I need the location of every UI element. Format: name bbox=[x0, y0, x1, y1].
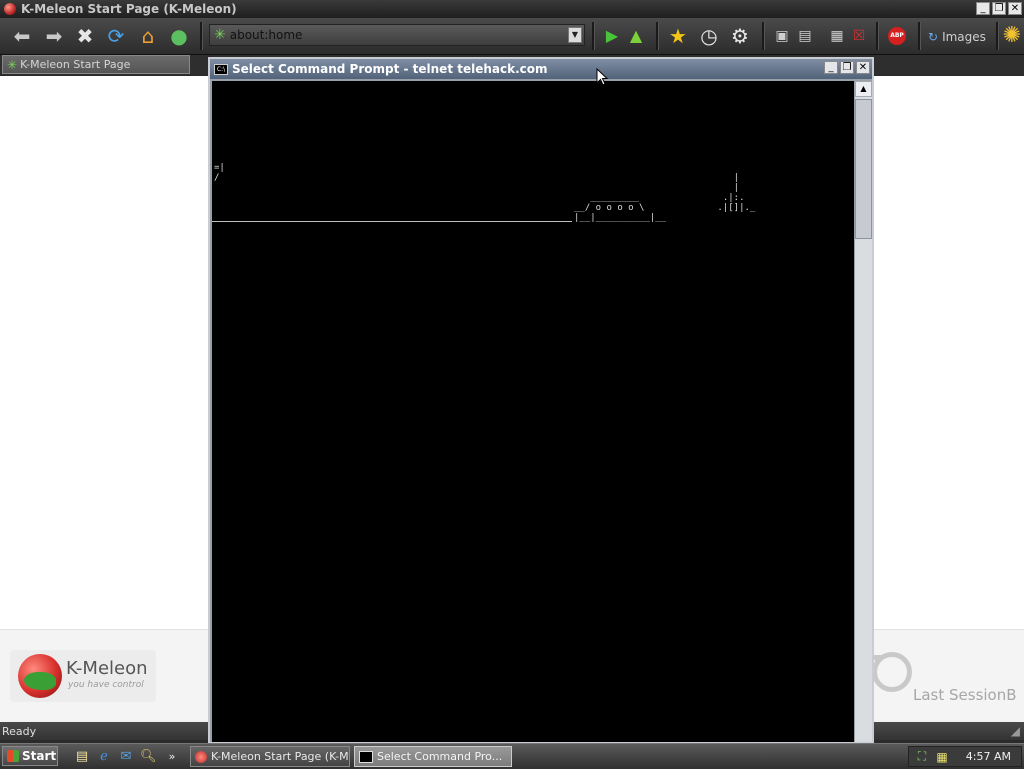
logo-tagline: you have control bbox=[68, 680, 144, 690]
clock: 4:57 AM bbox=[965, 750, 1011, 763]
k-meleon-logo[interactable]: K-Meleon you have control bbox=[10, 650, 156, 702]
command-prompt-window[interactable]: C:\ Select Command Prompt - telnet teleh… bbox=[208, 57, 874, 744]
window-icon-1[interactable]: ▣ bbox=[770, 24, 794, 48]
status-text: Ready bbox=[2, 724, 37, 738]
console-scrollbar[interactable]: ▲ bbox=[855, 81, 872, 742]
taskbar: Start ▤ ℯ ✉ 🔍︎ » K-Meleon Start Page (K-… bbox=[0, 743, 1024, 769]
cmd-icon: C:\ bbox=[214, 63, 228, 75]
start-label: Start bbox=[22, 749, 57, 763]
ascii-art-left: =| / bbox=[214, 163, 225, 183]
console-window-controls: _ ❐ ✕ bbox=[824, 61, 870, 74]
console-titlebar[interactable]: C:\ Select Command Prompt - telnet teleh… bbox=[210, 59, 872, 79]
ascii-art-train: _________ __/ o o o o \ |__|__________|_… bbox=[574, 193, 667, 223]
address-input[interactable]: about:home bbox=[230, 28, 303, 42]
k-meleon-app-icon bbox=[4, 3, 16, 15]
taskbar-item-command-prompt[interactable]: Select Command Pro... bbox=[354, 746, 512, 767]
adblock-icon[interactable]: ABP bbox=[885, 24, 909, 48]
ascii-art-tower: | | .|:. .|[]|._ bbox=[717, 173, 756, 213]
home-icon[interactable]: ⌂ bbox=[136, 24, 160, 48]
show-desktop-icon[interactable]: ▤ bbox=[74, 749, 90, 765]
start-button[interactable]: Start bbox=[2, 746, 58, 766]
explorer-search-icon[interactable]: 🔍︎ bbox=[140, 749, 157, 765]
minimize-icon[interactable]: _ bbox=[976, 2, 990, 15]
toolbar-separator bbox=[996, 22, 999, 50]
resize-grip-icon[interactable]: ◢ bbox=[1011, 724, 1020, 738]
cmd-icon bbox=[359, 750, 373, 763]
toolbar-separator bbox=[656, 22, 659, 50]
restore-session-icon bbox=[871, 652, 912, 692]
images-button[interactable]: ↻ Images bbox=[928, 28, 986, 46]
minimize-icon[interactable]: _ bbox=[824, 61, 838, 74]
up-icon[interactable]: ▲ bbox=[624, 24, 648, 48]
tray-app-icon[interactable]: ▦ bbox=[935, 750, 949, 764]
close-icon[interactable]: ✕ bbox=[1008, 2, 1022, 15]
outlook-express-icon[interactable]: ✉ bbox=[118, 749, 134, 765]
windows-logo-icon bbox=[7, 750, 19, 762]
images-toggle-icon: ↻ bbox=[928, 30, 939, 44]
page-favicon-icon: ✳ bbox=[214, 27, 226, 43]
scroll-up-arrow-icon[interactable]: ▲ bbox=[855, 81, 872, 97]
toolbar-separator bbox=[200, 22, 203, 50]
k-meleon-app-icon bbox=[195, 750, 207, 763]
console-output[interactable]: =| / _________ __/ o o o o \ |__|_______… bbox=[212, 81, 854, 742]
taskbar-item-label: Select Command Pro... bbox=[377, 750, 503, 763]
navigation-toolbar: ⬅ ➡ ✖ ⟳ ⌂ ● ✳ about:home ▼ ▶ ▲ ★ ◷ ⚙ ▣ ▤… bbox=[0, 18, 1024, 55]
restore-icon[interactable]: ❐ bbox=[992, 2, 1006, 15]
taskbar-item-label: K-Meleon Start Page (K-M... bbox=[211, 750, 350, 763]
toolbar-separator bbox=[762, 22, 765, 50]
last-session-link[interactable]: Last SessionB bbox=[870, 652, 1020, 704]
browser-titlebar: K-Meleon Start Page (K-Meleon) _ ❐ ✕ bbox=[0, 0, 1024, 18]
browser-window-title: K-Meleon Start Page (K-Meleon) bbox=[21, 2, 237, 16]
go-icon[interactable]: ▶ bbox=[600, 24, 624, 48]
toolbar-separator bbox=[876, 22, 879, 50]
chameleon-logo-icon bbox=[18, 654, 62, 698]
logo-name: K-Meleon bbox=[66, 658, 148, 679]
mouse-cursor-icon bbox=[596, 68, 608, 86]
toolbar-separator bbox=[592, 22, 595, 50]
network-icon[interactable]: ⛶ bbox=[915, 749, 929, 764]
stop-icon[interactable]: ✖ bbox=[73, 24, 97, 48]
throbber-icon: ✺ bbox=[1002, 23, 1022, 48]
settings-gear-icon[interactable]: ⚙ bbox=[728, 24, 752, 48]
address-dropdown-icon[interactable]: ▼ bbox=[568, 27, 582, 43]
bookmarks-star-icon[interactable]: ★ bbox=[666, 24, 690, 48]
history-clock-icon[interactable]: ◷ bbox=[697, 24, 721, 48]
globe-icon[interactable]: ● bbox=[167, 24, 191, 48]
forward-arrow-icon[interactable]: ➡ bbox=[42, 24, 66, 48]
images-label: Images bbox=[942, 30, 986, 44]
taskbar-item-k-meleon[interactable]: K-Meleon Start Page (K-M... bbox=[190, 746, 350, 767]
internet-explorer-icon[interactable]: ℯ bbox=[96, 749, 112, 765]
back-arrow-icon[interactable]: ⬅ bbox=[10, 24, 34, 48]
browser-window-controls: _ ❐ ✕ bbox=[976, 2, 1022, 15]
tab-favicon-icon: ✳ bbox=[7, 57, 18, 72]
reload-icon[interactable]: ⟳ bbox=[104, 24, 128, 48]
toolbar-separator bbox=[918, 22, 921, 50]
address-bar[interactable]: ✳ about:home ▼ bbox=[209, 24, 585, 46]
window-icon-2[interactable]: ▤ bbox=[793, 24, 817, 48]
scroll-thumb[interactable] bbox=[855, 99, 872, 239]
console-window-title: Select Command Prompt - telnet telehack.… bbox=[232, 62, 548, 76]
tab-start-page[interactable]: ✳ K-Meleon Start Page bbox=[2, 55, 190, 74]
quicklaunch-overflow-icon[interactable]: » bbox=[164, 749, 180, 765]
last-session-label: Last SessionB bbox=[913, 686, 1017, 704]
maximize-icon[interactable]: ❐ bbox=[840, 61, 854, 74]
close-window-icon[interactable]: ☒ bbox=[847, 24, 871, 48]
system-tray: ⛶ ▦ 4:57 AM bbox=[908, 746, 1022, 767]
close-icon[interactable]: ✕ bbox=[856, 61, 870, 74]
new-window-icon[interactable]: ▦ bbox=[825, 24, 849, 48]
ascii-rail-line bbox=[212, 221, 572, 222]
tab-label: K-Meleon Start Page bbox=[20, 58, 131, 71]
